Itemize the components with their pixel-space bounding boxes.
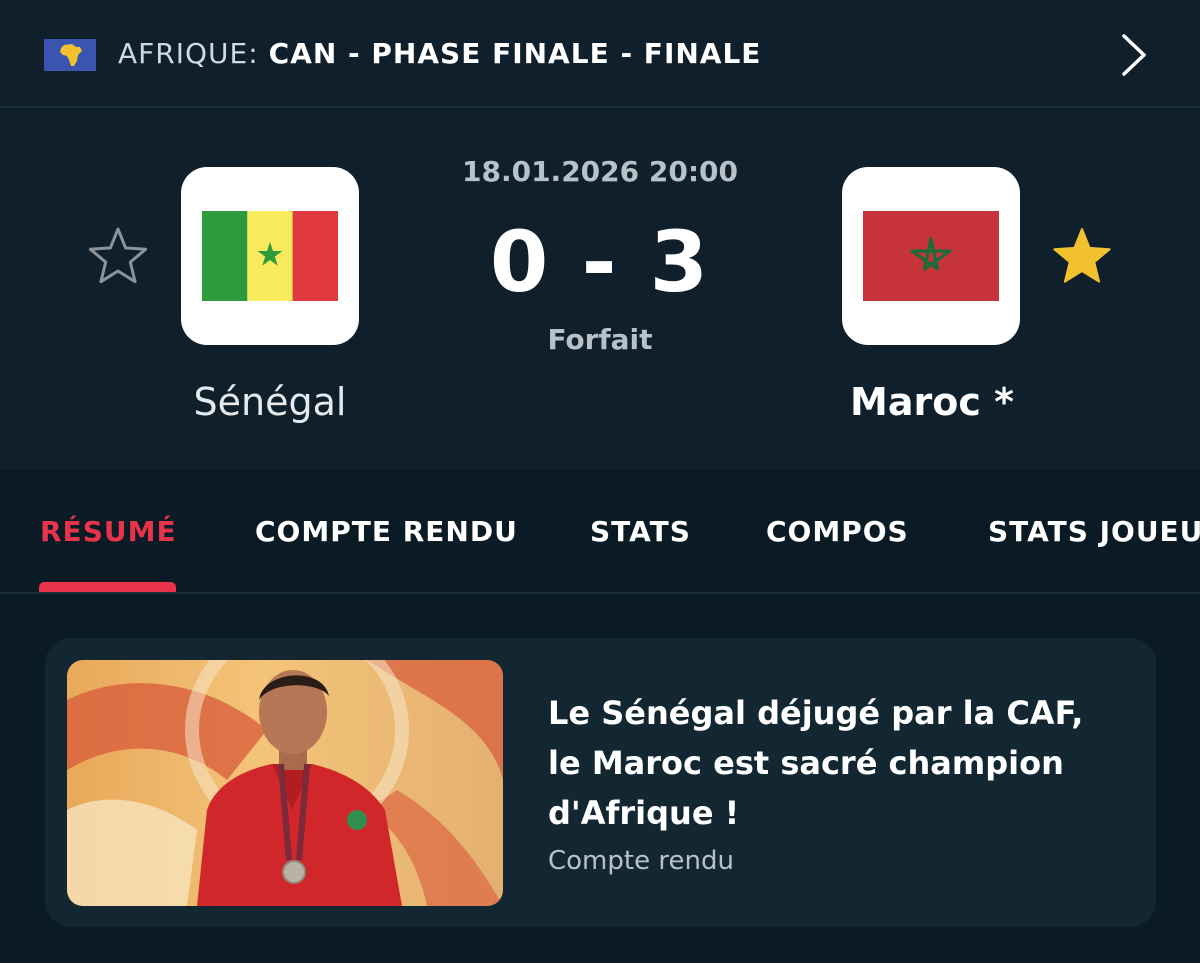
- article-image: [67, 660, 503, 906]
- away-team-name[interactable]: Maroc *: [782, 378, 1082, 426]
- competition-title: AFRIQUE: CAN - PHASE FINALE - FINALE: [118, 36, 761, 72]
- match-score: 0 - 3: [489, 213, 711, 311]
- favorite-star-icon[interactable]: [86, 224, 150, 288]
- tab-compte-rendu[interactable]: COMPTE RENDU: [255, 514, 518, 550]
- favorite-star-icon[interactable]: [1050, 224, 1114, 288]
- home-team-name[interactable]: Sénégal: [120, 378, 420, 426]
- player-photo: [67, 660, 503, 906]
- match-status: Forfait: [547, 323, 653, 356]
- tab-stats[interactable]: STATS: [590, 514, 691, 550]
- article-card[interactable]: Le Sénégal déjugé par la CAF, le Maroc e…: [45, 638, 1156, 927]
- active-tab-indicator: [39, 582, 176, 592]
- article-category: Compte rendu: [548, 846, 734, 876]
- competition-header[interactable]: AFRIQUE: CAN - PHASE FINALE - FINALE: [0, 0, 1200, 108]
- region-label: AFRIQUE:: [118, 37, 259, 70]
- morocco-flag-icon: [863, 211, 999, 301]
- home-team-logo[interactable]: [181, 167, 359, 345]
- tab-resume[interactable]: RÉSUMÉ: [40, 514, 177, 550]
- chevron-right-icon[interactable]: [1118, 32, 1150, 78]
- africa-flag-icon: [44, 39, 96, 71]
- tab-stats-joueurs[interactable]: STATS JOUEURS: [988, 514, 1200, 550]
- match-summary: 18.01.2026 20:00 0 - 3 Forfait Sénégal M…: [0, 110, 1200, 470]
- tab-bar: RÉSUMÉ COMPTE RENDU STATS COMPOS STATS J…: [0, 470, 1200, 594]
- senegal-flag-icon: [202, 211, 338, 301]
- article-title[interactable]: Le Sénégal déjugé par la CAF, le Maroc e…: [548, 688, 1108, 838]
- match-date: 18.01.2026 20:00: [461, 155, 738, 188]
- competition-label: CAN - PHASE FINALE - FINALE: [268, 37, 762, 70]
- tab-compos[interactable]: COMPOS: [766, 514, 909, 550]
- away-team-logo[interactable]: [842, 167, 1020, 345]
- match-screen: AFRIQUE: CAN - PHASE FINALE - FINALE 18.0…: [0, 0, 1200, 963]
